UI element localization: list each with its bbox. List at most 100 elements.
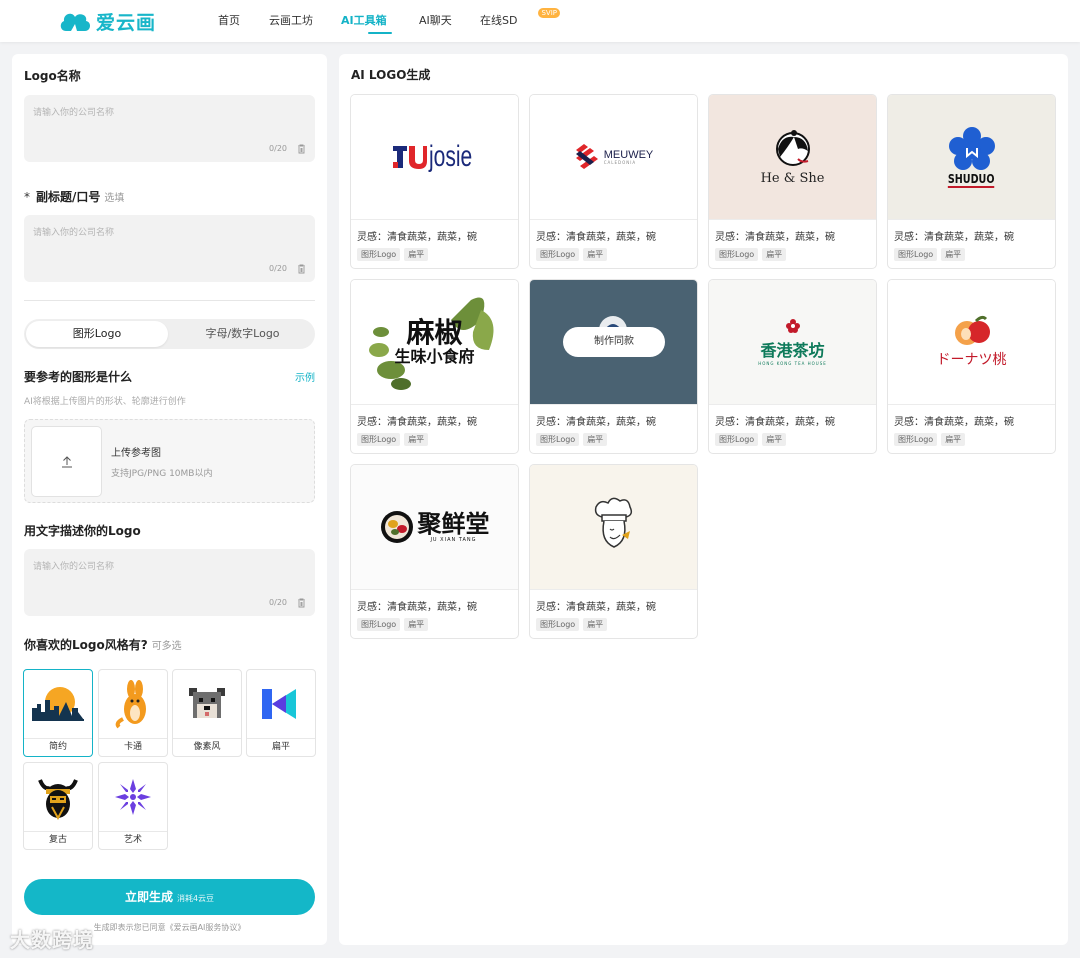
style-label: 卡通 — [99, 738, 167, 756]
top-navbar: 爱云画 首页 云画工坊 AI工具箱 AI聊天 在线SD SVIP — [0, 0, 1080, 42]
brand-name: 爱云画 — [96, 11, 157, 34]
describe-counter: 0/20 — [269, 598, 287, 607]
logo-image: MEUWEY CALEDONIA — [530, 95, 697, 220]
logo-brand-sub: JU XIAN TANG — [430, 536, 477, 543]
inspiration-text: 灵感：清食蔬菜，蔬菜，碗 — [536, 417, 656, 428]
trash-icon[interactable] — [297, 598, 306, 608]
main-nav: 首页 云画工坊 AI工具箱 AI聊天 在线SD SVIP — [218, 0, 560, 42]
tag: 扁平 — [404, 248, 429, 261]
generate-cost: 消耗4云豆 — [176, 894, 215, 903]
describe-title: 用文字描述你的Logo — [24, 524, 141, 538]
style-card-flat[interactable]: 扁平 — [246, 669, 316, 757]
cloud-logo-icon — [60, 13, 91, 31]
example-link[interactable]: 示例 — [295, 369, 315, 384]
logo-card[interactable]: MEUWEY CALEDONIA 灵感：清食蔬菜，蔬菜，碗 图形Logo 扁平 — [529, 94, 698, 269]
logo-image: josie — [351, 95, 518, 220]
tag-list: 图形Logo 扁平 — [715, 433, 787, 446]
svip-badge: SVIP — [538, 8, 560, 18]
tab-letter-logo[interactable]: 字母/数字Logo — [172, 321, 313, 347]
generate-label: 立即生成 — [124, 890, 173, 904]
inspiration-text: 灵感：清食蔬菜，蔬菜，碗 — [536, 232, 656, 243]
tag: 扁平 — [941, 433, 966, 446]
generate-button[interactable]: 立即生成 消耗4云豆 — [24, 879, 315, 915]
logo-card[interactable]: 灵感：清食蔬菜，蔬菜，碗 图形Logo 扁平 — [529, 464, 698, 639]
viking-icon — [24, 763, 92, 831]
subtitle-input[interactable]: 请输入你的公司名称 0/20 — [24, 215, 315, 282]
logo-card[interactable]: ドーナツ桃 灵感：清食蔬菜，蔬菜，碗 图形Logo 扁平 — [887, 279, 1056, 454]
style-card-retro[interactable]: 复古 — [23, 762, 93, 850]
logo-brand-text: ドーナツ桃 — [936, 352, 1007, 368]
style-card-pixel[interactable]: 像素风 — [172, 669, 242, 757]
upload-title: 上传参考图 — [111, 448, 161, 459]
city-skyline-icon — [24, 670, 92, 738]
inspiration-text: 灵感：清食蔬菜，蔬菜，碗 — [894, 417, 1014, 428]
inspiration-text: 灵感：清食蔬菜，蔬菜，碗 — [357, 232, 477, 243]
logo-gallery-panel: AI LOGO生成 josie 灵感：清食蔬菜，蔬菜，碗 图形Logo 扁平 M… — [339, 54, 1068, 945]
upload-subtitle: 支持JPG/PNG 10MB以内 — [111, 469, 213, 479]
upload-area[interactable]: 上传参考图 支持JPG/PNG 10MB以内 — [24, 419, 315, 503]
make-same-button[interactable]: 制作同款 — [563, 327, 665, 357]
logo-name-input[interactable]: 请输入你的公司名称 0/20 — [24, 95, 315, 162]
snowflake-icon — [99, 763, 167, 831]
trash-icon[interactable] — [297, 144, 306, 154]
tag: 图形Logo — [715, 433, 759, 446]
reference-title: 要参考的图形是什么 — [24, 370, 133, 384]
tag: 扁平 — [404, 618, 429, 631]
nav-ai-chat[interactable]: AI聊天 — [419, 0, 480, 42]
upload-button[interactable] — [31, 426, 102, 497]
tag: 扁平 — [762, 248, 787, 261]
tag-list: 图形Logo 扁平 — [357, 618, 429, 631]
logo-card[interactable]: 制作同款 灵感：清食蔬菜，蔬菜，碗 图形Logo 扁平 — [529, 279, 698, 454]
style-label: 扁平 — [247, 738, 315, 756]
style-card-art[interactable]: 艺术 — [98, 762, 168, 850]
tab-graphic-logo[interactable]: 图形Logo — [26, 321, 168, 347]
inspiration-text: 灵感：清食蔬菜，蔬菜，碗 — [357, 417, 477, 428]
inspiration-text: 灵感：清食蔬菜，蔬菜，碗 — [536, 602, 656, 613]
divider — [24, 300, 315, 301]
tag: 扁平 — [583, 248, 608, 261]
logo-card[interactable]: 香港茶坊 HONG KONG TEA HOUSE 灵感：清食蔬菜，蔬菜，碗 图形… — [708, 279, 877, 454]
chef-icon — [594, 497, 632, 548]
logo-card[interactable]: 麻椒 生味小食府 灵感：清食蔬菜，蔬菜，碗 图形Logo 扁平 — [350, 279, 519, 454]
logo-card[interactable]: He & She 灵感：清食蔬菜，蔬菜，碗 图形Logo 扁平 — [708, 94, 877, 269]
nav-home[interactable]: 首页 — [218, 0, 269, 42]
flower-badge-icon — [785, 319, 800, 333]
optional-hint: 选填 — [104, 193, 125, 204]
tag: 图形Logo — [894, 433, 938, 446]
describe-input[interactable]: 请输入你的公司名称 0/20 — [24, 549, 315, 616]
subtitle-counter: 0/20 — [269, 264, 287, 273]
tag-list: 图形Logo 扁平 — [894, 248, 966, 261]
style-card-simple[interactable]: 简约 — [23, 669, 93, 757]
tag: 图形Logo — [715, 248, 759, 261]
tag-list: 图形Logo 扁平 — [357, 248, 429, 261]
nav-ai-toolbox[interactable]: AI工具箱 — [341, 0, 419, 42]
couple-portrait-icon — [775, 129, 810, 166]
subtitle-title-text: 副标题/口号 — [36, 190, 101, 204]
tag: 图形Logo — [536, 248, 580, 261]
josie-mark-icon — [392, 146, 427, 169]
logo-card[interactable]: SHUDUO 灵感：清食蔬菜，蔬菜，碗 图形Logo 扁平 — [887, 94, 1056, 269]
tag-list: 图形Logo 扁平 — [715, 248, 787, 261]
logo-card[interactable]: 聚鲜堂 JU XIAN TANG 灵感：清食蔬菜，蔬菜，碗 图形Logo 扁平 — [350, 464, 519, 639]
trash-icon[interactable] — [297, 264, 306, 274]
logo-card[interactable]: josie 灵感：清食蔬菜，蔬菜，碗 图形Logo 扁平 — [350, 94, 519, 269]
tag-list: 图形Logo 扁平 — [357, 433, 429, 446]
flat-k-icon — [247, 670, 315, 738]
styles-title: 你喜欢的Logo风格有? 可多选 — [24, 636, 182, 653]
tag-list: 图形Logo 扁平 — [536, 433, 608, 446]
logo-brand-text: SHUDUO — [948, 172, 995, 188]
logo-type-toggle: 图形Logo 字母/数字Logo — [24, 319, 315, 349]
style-card-cartoon[interactable]: 卡通 — [98, 669, 168, 757]
tag-list: 图形Logo 扁平 — [536, 248, 608, 261]
subtitle-placeholder: 请输入你的公司名称 — [33, 228, 115, 238]
brand-logo[interactable]: 爱云画 — [58, 8, 156, 34]
nav-workshop[interactable]: 云画工坊 — [269, 0, 341, 42]
pixel-dog-icon — [173, 670, 241, 738]
tag: 扁平 — [583, 433, 608, 446]
nav-online-sd[interactable]: 在线SD SVIP — [480, 0, 560, 42]
kangaroo-icon — [99, 670, 167, 738]
tag: 扁平 — [762, 433, 787, 446]
style-label: 复古 — [24, 831, 92, 849]
logo-name-placeholder: 请输入你的公司名称 — [33, 108, 115, 118]
tag: 图形Logo — [357, 433, 401, 446]
